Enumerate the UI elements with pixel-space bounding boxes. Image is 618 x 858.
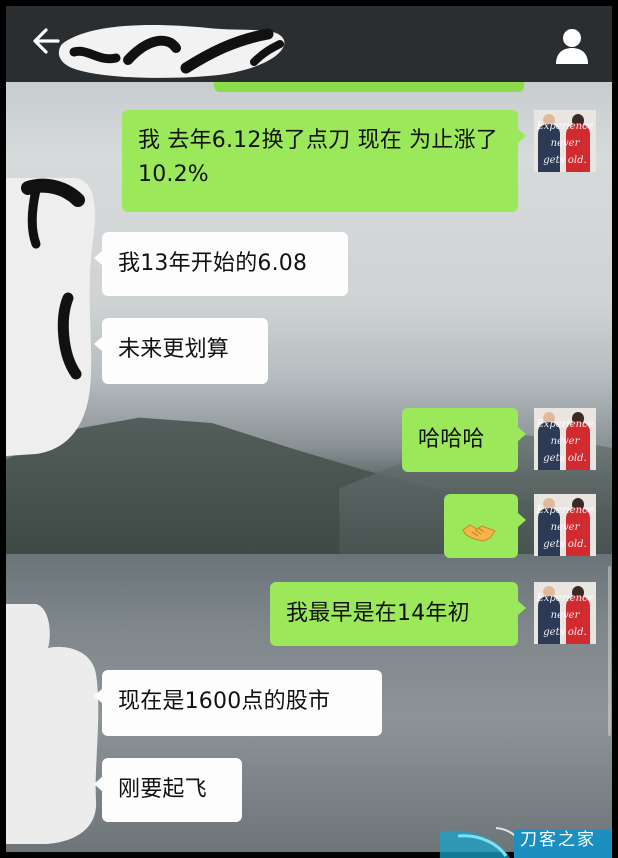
message-text: 我13年开始的6.08: [118, 251, 308, 276]
message-bubble-outgoing[interactable]: 我 去年6.12换了点刀 现在 为止涨了10.2%: [122, 110, 526, 212]
redacted-contact-avatar: [6, 604, 99, 844]
redacted-contact-avatar: [6, 178, 95, 456]
message-bubble-outgoing[interactable]: [444, 494, 526, 558]
redacted-contact-name: [58, 25, 285, 78]
back-arrow-icon[interactable]: [32, 26, 60, 63]
scrollbar[interactable]: [608, 566, 611, 736]
message-bubble-incoming[interactable]: 未来更划算: [94, 318, 268, 384]
message-text: 刚要起飞: [118, 777, 207, 802]
avatar[interactable]: Experience never gets old.: [534, 110, 596, 172]
message-bubble-outgoing[interactable]: 我最早是在14年初: [270, 582, 526, 646]
message-text: 未来更划算: [118, 337, 230, 362]
message-bubble-outgoing[interactable]: 哈哈哈: [402, 408, 526, 472]
person-icon[interactable]: [554, 26, 590, 66]
watermark-text: 刀客之家: [520, 830, 596, 850]
avatar[interactable]: Experience never gets old.: [534, 582, 596, 644]
message-bubble-incoming[interactable]: 刚要起飞: [94, 758, 242, 822]
message-text: 我 去年6.12换了点刀 现在 为止涨了10.2%: [138, 128, 498, 187]
message-text: 哈哈哈: [418, 427, 485, 452]
chat-screen: 我 去年6.12换了点刀 现在 为止涨了10.2% Experience neve…: [6, 6, 612, 852]
handshake-emoji-icon: [462, 520, 496, 542]
message-text: 我最早是在14年初: [286, 601, 470, 626]
chat-header: [6, 6, 612, 82]
message-bubble-incoming[interactable]: 现在是1600点的股市: [94, 670, 382, 736]
partial-message-bubble: [214, 82, 524, 92]
message-text: 现在是1600点的股市: [118, 689, 331, 714]
message-bubble-incoming[interactable]: 我13年开始的6.08: [94, 232, 348, 296]
avatar[interactable]: Experience never gets old.: [534, 494, 596, 556]
avatar[interactable]: Experience never gets old.: [534, 408, 596, 470]
